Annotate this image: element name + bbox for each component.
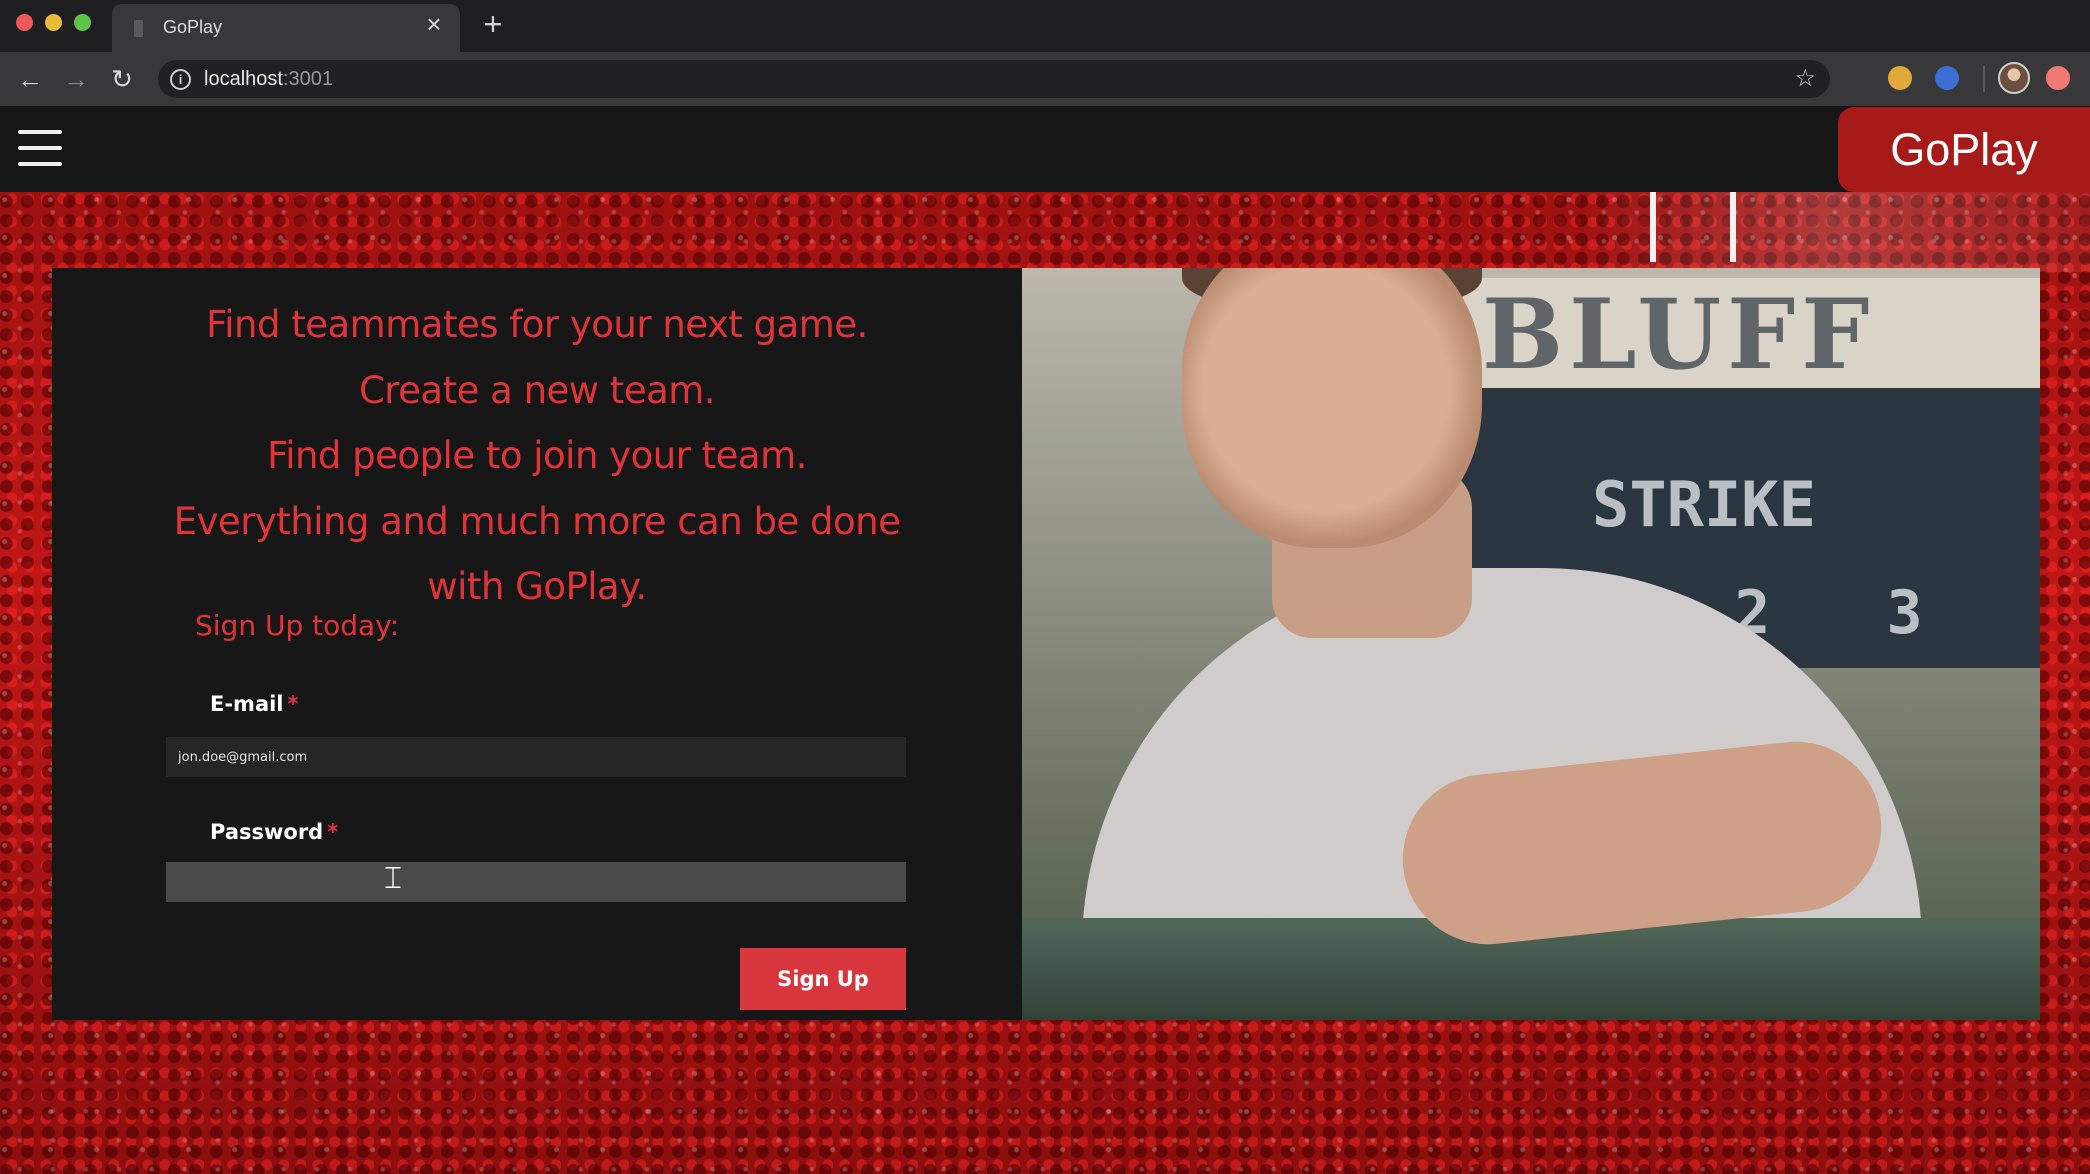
new-tab-icon[interactable]: + — [478, 8, 508, 40]
extension-cookie-icon[interactable] — [1888, 66, 1912, 90]
maximize-window-button[interactable] — [74, 14, 91, 31]
profile-avatar[interactable] — [1998, 62, 2030, 94]
url-host: localhost — [204, 68, 283, 90]
tab-title: GoPlay — [163, 17, 223, 37]
extension-record-icon[interactable] — [2046, 66, 2070, 90]
back-arrow-icon[interactable]: ← — [12, 62, 48, 96]
info-icon[interactable]: i — [170, 69, 191, 90]
tab-goplay[interactable]: GoPlay × — [112, 4, 460, 52]
bookmark-star-icon[interactable]: ☆ — [1794, 64, 1816, 93]
close-tab-icon[interactable]: × — [422, 11, 446, 37]
password-label: Password * — [210, 820, 338, 844]
tab-favicon-icon — [134, 20, 143, 37]
forward-arrow-icon[interactable]: → — [58, 62, 94, 96]
stadium-post — [1650, 192, 1656, 262]
signup-card: Find teammates for your next game. Creat… — [52, 268, 1022, 1020]
reload-icon[interactable]: ↻ — [104, 62, 140, 96]
signup-button[interactable]: Sign Up — [740, 948, 906, 1010]
signup-heading: Sign Up today: — [195, 609, 400, 642]
extension-search-icon[interactable] — [1935, 66, 1959, 90]
address-bar[interactable]: i localhost:3001 ☆ — [158, 60, 1830, 98]
password-label-text: Password — [210, 820, 324, 844]
url-text: localhost:3001 — [204, 68, 333, 91]
browser-chrome: GoPlay × + ← → ↻ i localhost:3001 ☆ — [0, 0, 2090, 106]
email-label: E-mail * — [210, 692, 299, 716]
photo-person-head — [1182, 268, 1482, 548]
pitch-line: Create a new team. — [358, 368, 716, 412]
browser-toolbar: ← → ↻ i localhost:3001 ☆ — [0, 52, 2090, 106]
tab-strip: GoPlay × + — [0, 0, 2090, 52]
app-navbar: GoPlay — [0, 106, 2090, 192]
password-field[interactable] — [166, 862, 906, 902]
hamburger-menu-icon[interactable] — [18, 130, 62, 168]
hero-photo: BLUFF L STRIKE 1 2 3 4 5 — [1022, 268, 2040, 1020]
minimize-window-button[interactable] — [45, 14, 62, 31]
pitch-line: Everything and much more can be done — [173, 499, 901, 543]
photo-board-strike: STRIKE — [1592, 468, 1816, 541]
stadium-light-glow — [1580, 192, 2090, 272]
stadium-post — [1730, 192, 1736, 262]
close-window-button[interactable] — [16, 14, 33, 31]
photo-board-banner-text: BLUFF — [1482, 278, 1876, 391]
required-mark: * — [287, 692, 299, 716]
pitch-line: Find teammates for your next game. — [206, 303, 868, 346]
pitch-line: Find people to join your team. — [267, 434, 807, 477]
email-field[interactable] — [166, 737, 906, 777]
toolbar-divider — [1983, 66, 1985, 92]
required-mark: * — [327, 820, 339, 844]
brand-logo[interactable]: GoPlay — [1838, 107, 2090, 192]
url-port: :3001 — [282, 68, 333, 90]
pitch-text: Find teammates for your next game. Creat… — [52, 292, 1022, 620]
email-label-text: E-mail — [210, 692, 284, 716]
